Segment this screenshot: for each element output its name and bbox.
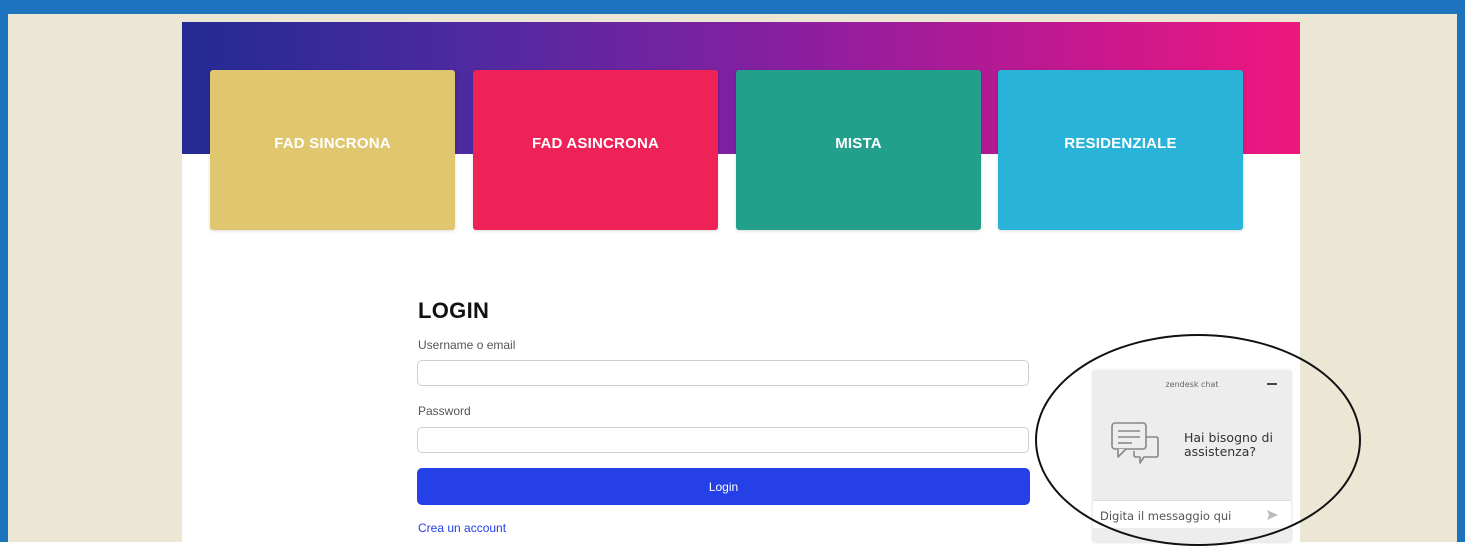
chat-header: zendesk chat — [1165, 380, 1219, 389]
card-residenziale[interactable]: RESIDENZIALE — [998, 70, 1243, 230]
create-account-link[interactable]: Crea un account — [418, 521, 506, 535]
card-fad-sincrona[interactable]: FAD SINCRONA — [210, 70, 455, 230]
card-mista[interactable]: MISTA — [736, 70, 981, 230]
chat-bubbles-icon — [1111, 422, 1159, 464]
chat-message-input[interactable]: Digita il messaggio qui — [1093, 500, 1291, 528]
card-label: FAD SINCRONA — [274, 134, 391, 152]
password-input[interactable] — [417, 427, 1029, 453]
chat-input-placeholder: Digita il messaggio qui — [1100, 509, 1232, 523]
username-input[interactable] — [417, 360, 1029, 386]
password-label: Password — [418, 404, 471, 418]
minimize-icon[interactable] — [1267, 383, 1277, 385]
card-label: RESIDENZIALE — [1064, 134, 1177, 152]
username-label: Username o email — [418, 338, 516, 352]
card-label: FAD ASINCRONA — [531, 134, 660, 152]
send-icon[interactable] — [1266, 509, 1279, 521]
zendesk-chat-widget[interactable]: zendesk chat Hai bisogno di assistenza? … — [1093, 371, 1291, 542]
login-title: LOGIN — [418, 298, 490, 323]
card-fad-asincrona[interactable]: FAD ASINCRONA — [473, 70, 718, 230]
login-button[interactable]: Login — [417, 468, 1030, 505]
chat-greeting: Hai bisogno di assistenza? — [1184, 430, 1273, 459]
card-label: MISTA — [835, 134, 882, 152]
